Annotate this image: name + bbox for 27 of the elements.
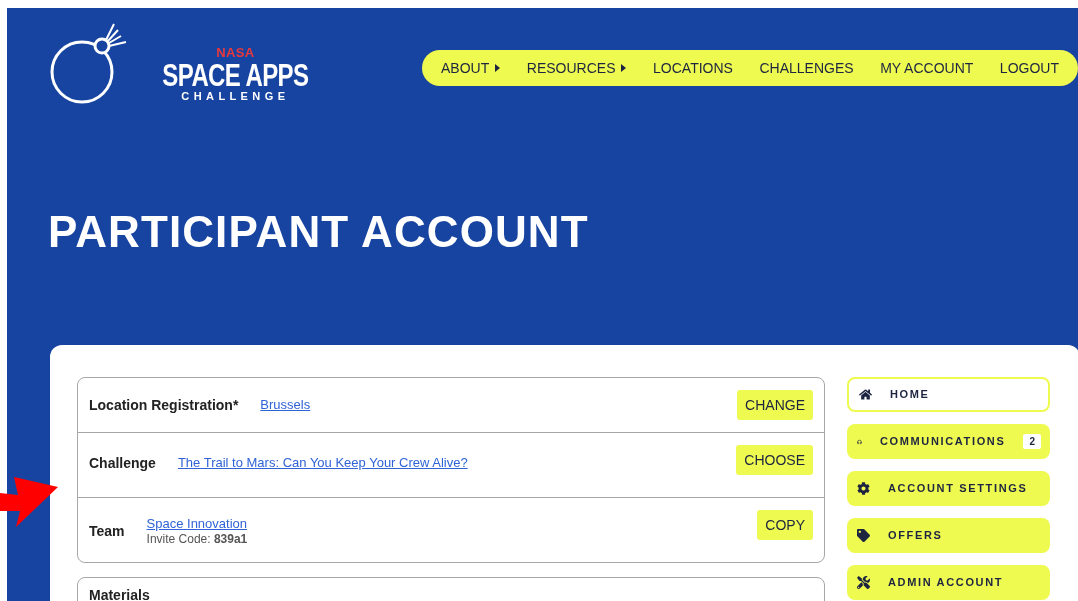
sidebar-item[interactable]: ACCOUNT SETTINGS [847, 471, 1050, 506]
row-action-button[interactable]: CHOOSE [736, 445, 813, 475]
row-link[interactable]: The Trail to Mars: Can You Keep Your Crew Alive? [177, 455, 468, 472]
sidebar-item[interactable]: ADMIN ACCOUNT [847, 565, 1050, 600]
nav-link[interactable]: LOGOUT [999, 57, 1059, 79]
invite-code-text: Invite Code: 839a1 [146, 532, 248, 548]
nav-link[interactable]: RESOURCES [526, 57, 627, 79]
row-action-button[interactable]: COPY [757, 510, 813, 540]
nav-link[interactable]: CHALLENGES [759, 57, 854, 79]
agency-logo-text: NASA [216, 46, 255, 59]
sidebar-item[interactable]: COMMUNICATIONS 2 [847, 424, 1050, 459]
materials-title: Materials [89, 587, 150, 601]
row-label: Challenge [89, 454, 156, 473]
count-badge: 2 [1023, 434, 1041, 449]
row-label: Team [89, 522, 125, 542]
nav-link[interactable]: LOCATIONS [653, 57, 733, 79]
row-link[interactable]: Brussels [260, 396, 311, 414]
nav-link[interactable]: ABOUT [441, 57, 501, 79]
row-action-button[interactable]: CHANGE [737, 390, 813, 420]
row-label: Location Registration* [89, 395, 239, 415]
logo-subtitle: CHALLENGE [181, 91, 290, 102]
page-title: PARTICIPANT ACCOUNT [48, 206, 590, 258]
nav-link[interactable]: MY ACCOUNT [880, 57, 974, 79]
sidebar-item[interactable]: HOME [847, 377, 1050, 412]
logo-title: SPACE APPS [162, 59, 309, 91]
sidebar-item[interactable]: OFFERS [847, 518, 1050, 553]
row-link[interactable]: Space Innovation [146, 516, 248, 533]
